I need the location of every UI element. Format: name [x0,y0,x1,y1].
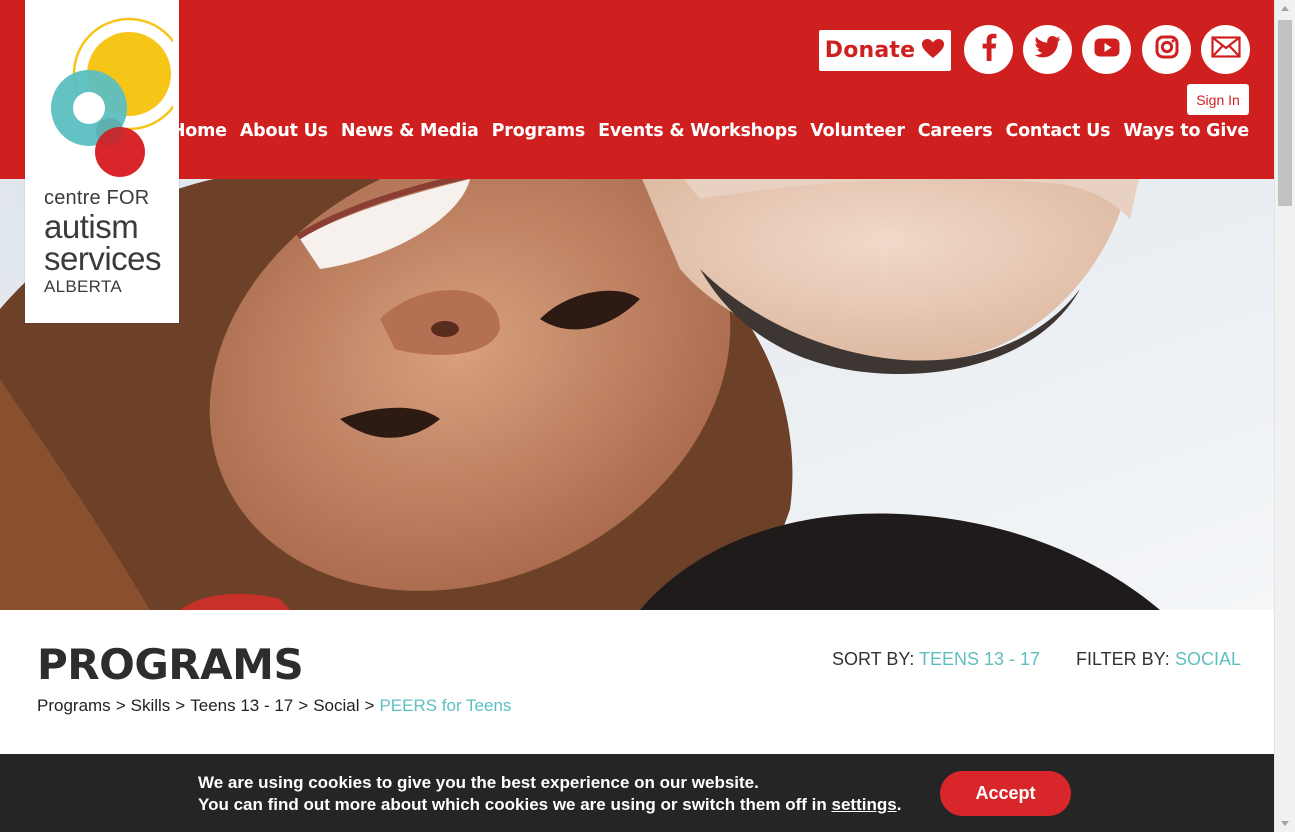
youtube-icon [1094,38,1120,62]
donate-label: Donate [824,38,916,63]
nav-item-programs[interactable]: Programs [492,121,586,141]
cookie-line-2-suffix: . [896,795,902,814]
email-link[interactable] [1201,25,1250,74]
cookie-banner: We are using cookies to give you the bes… [0,754,1274,832]
logo-line-4: ALBERTA [44,277,123,296]
page-title: PROGRAMS [37,640,304,689]
twitter-icon [1034,36,1061,63]
email-icon [1210,36,1241,63]
breadcrumb-programs[interactable]: Programs [37,696,111,716]
accept-cookies-button[interactable]: Accept [940,771,1071,816]
instagram-icon [1155,35,1179,64]
breadcrumb-current: PEERS for Teens [379,696,512,715]
breadcrumb-social[interactable]: Social [313,696,359,716]
breadcrumb-teens[interactable]: Teens 13 - 17 [190,696,293,716]
nav-item-home[interactable]: Home [171,121,227,141]
logo-line-3: services [44,240,162,277]
scroll-up-arrow-icon[interactable] [1281,6,1289,11]
heart-icon [921,38,945,64]
twitter-link[interactable] [1023,25,1072,74]
breadcrumb-separator: > [115,696,126,715]
breadcrumb-skills[interactable]: Skills [131,696,171,716]
breadcrumb: Programs > Skills > Teens 13 - 17 > Soci… [37,696,511,716]
instagram-link[interactable] [1142,25,1191,74]
nav-item-volunteer[interactable]: Volunteer [810,121,905,141]
hero-image [0,179,1274,610]
breadcrumb-separator: > [298,696,309,715]
filter-label: FILTER BY: [1076,649,1170,669]
nav-item-events-workshops[interactable]: Events & Workshops [598,121,797,141]
youtube-link[interactable] [1082,25,1131,74]
nav-item-ways-to-give[interactable]: Ways to Give [1123,121,1249,141]
facebook-icon [981,33,997,66]
facebook-link[interactable] [964,25,1013,74]
cookie-line-1: We are using cookies to give you the bes… [198,773,759,792]
filter-value[interactable]: SOCIAL [1175,649,1241,670]
cookie-message: We are using cookies to give you the bes… [198,772,901,816]
breadcrumb-separator: > [175,696,186,715]
main-nav: Home About Us News & Media Programs Even… [171,121,1249,141]
cookie-line-2-text: You can find out more about which cookie… [198,795,827,814]
logo-mark-icon [51,17,173,177]
sort-value[interactable]: TEENS 13 - 17 [919,649,1040,670]
cookie-line-2: You can find out more about which cookie… [198,794,901,816]
breadcrumb-separator: > [364,696,375,715]
nav-item-news-media[interactable]: News & Media [341,121,479,141]
scroll-thumb[interactable] [1278,20,1292,206]
nav-item-careers[interactable]: Careers [918,121,993,141]
site-logo[interactable]: centre FOR autism services ALBERTA [25,0,179,323]
logo-line-1: centre FOR [44,187,150,209]
cookie-settings-link[interactable]: settings [832,795,897,814]
sign-in-button[interactable]: Sign In [1187,84,1249,115]
scroll-down-arrow-icon[interactable] [1281,821,1289,826]
logo-line-2: autism [44,208,139,245]
page-scrollbar[interactable] [1274,0,1295,832]
nav-item-contact-us[interactable]: Contact Us [1005,121,1110,141]
sort-label: SORT BY: [832,649,915,669]
donate-button[interactable]: Donate [819,30,951,71]
logo-wordmark: centre FOR autism services ALBERTA [44,187,162,296]
site-header: Donate Sign In Home About Us News & Medi… [0,0,1274,179]
nav-item-about-us[interactable]: About Us [240,121,328,141]
